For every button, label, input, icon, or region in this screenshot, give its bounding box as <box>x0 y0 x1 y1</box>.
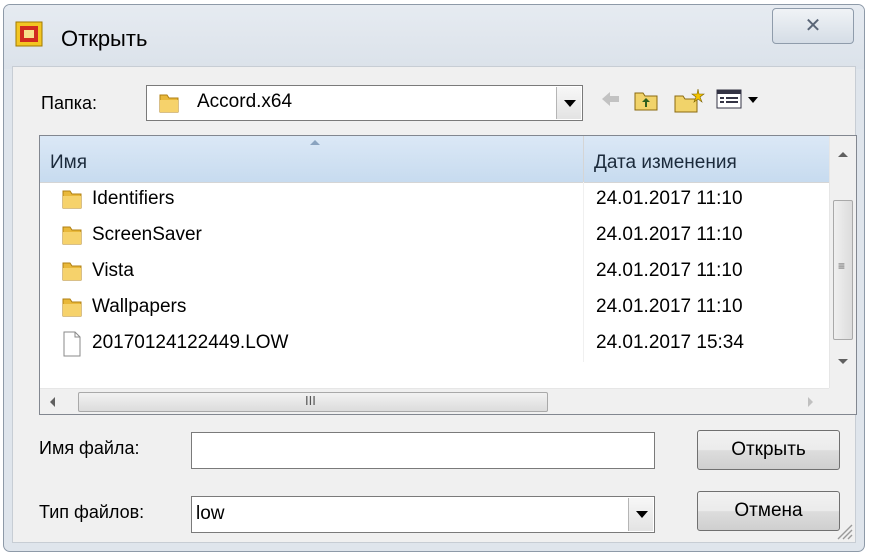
list-item[interactable]: Wallpapers 24.01.2017 11:10 <box>40 290 830 326</box>
scroll-up-icon[interactable] <box>838 152 848 157</box>
horizontal-scrollbar[interactable]: III <box>40 388 830 414</box>
horizontal-scroll-thumb[interactable]: III <box>78 392 548 412</box>
sort-ascending-icon <box>310 140 320 145</box>
folder-icon <box>62 298 82 317</box>
up-folder-icon[interactable] <box>633 88 659 112</box>
scroll-left-icon[interactable] <box>50 397 55 407</box>
app-icon <box>15 21 43 47</box>
lookin-combobox[interactable]: Accord.x64 <box>146 85 583 121</box>
column-header-name[interactable]: Имя <box>40 136 584 182</box>
open-dialog-window: Открыть ✕ Папка: Accord.x64 Имя Дата изм… <box>3 4 865 552</box>
vertical-scroll-thumb[interactable]: ≡ <box>833 200 853 340</box>
close-button[interactable]: ✕ <box>772 8 854 44</box>
list-header: Имя Дата изменения <box>40 136 830 183</box>
scroll-corner <box>829 388 856 414</box>
lookin-dropdown-button[interactable] <box>556 87 581 119</box>
dialog-body: Папка: Accord.x64 Имя Дата изменения Ide… <box>12 66 857 543</box>
filetype-dropdown-button[interactable] <box>628 498 653 531</box>
folder-icon <box>159 94 179 113</box>
vertical-scrollbar[interactable]: ≡ <box>829 136 856 391</box>
scroll-down-icon[interactable] <box>838 359 848 364</box>
file-list[interactable]: Имя Дата изменения Identifiers 24.01.201… <box>39 135 857 415</box>
view-menu-icon[interactable] <box>716 88 762 110</box>
window-title: Открыть <box>61 26 148 51</box>
lookin-label: Папка: <box>41 93 97 113</box>
list-item[interactable]: Identifiers 24.01.2017 11:10 <box>40 182 830 218</box>
folder-icon <box>62 262 82 281</box>
list-item[interactable]: 20170124122449.LOW 24.01.2017 15:34 <box>40 326 830 362</box>
grip-icon: ≡ <box>838 259 846 273</box>
folder-icon <box>62 226 82 245</box>
folder-icon <box>62 190 82 209</box>
filename-input[interactable] <box>191 432 655 469</box>
filetype-combobox[interactable]: low <box>191 496 655 533</box>
list-item[interactable]: Vista 24.01.2017 11:10 <box>40 254 830 290</box>
list-item[interactable]: ScreenSaver 24.01.2017 11:10 <box>40 218 830 254</box>
open-button[interactable]: Открыть <box>697 430 840 470</box>
filetype-label: Тип файлов: <box>39 502 145 522</box>
filename-label: Имя файла: <box>39 438 140 458</box>
close-icon: ✕ <box>804 15 822 37</box>
lookin-value: Accord.x64 <box>197 91 293 112</box>
scroll-right-icon[interactable] <box>808 397 813 407</box>
column-header-date[interactable]: Дата изменения <box>584 136 830 182</box>
cancel-button[interactable]: Отмена <box>697 491 840 531</box>
resize-grip-icon[interactable] <box>835 522 853 540</box>
title-bar[interactable]: Открыть ✕ <box>4 5 864 69</box>
file-icon <box>63 331 81 357</box>
grip-icon: III <box>305 393 316 408</box>
new-folder-icon[interactable] <box>673 88 705 114</box>
back-arrow-icon[interactable] <box>599 88 621 110</box>
